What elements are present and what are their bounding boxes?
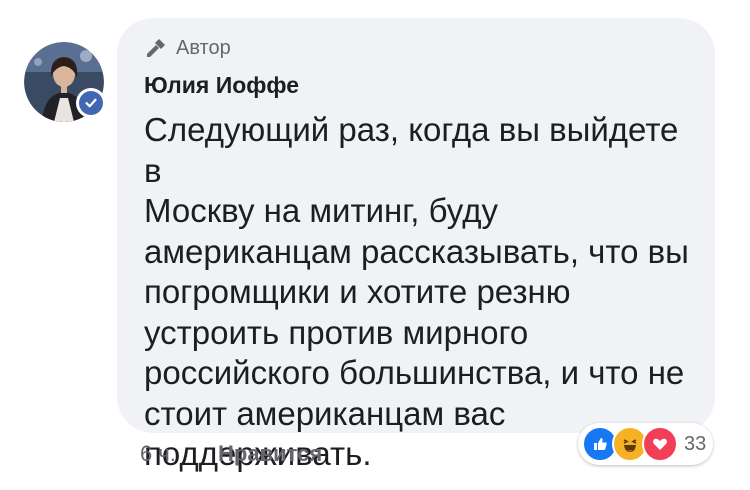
avatar[interactable] xyxy=(24,42,106,122)
comment-bubble: Автор Юлия Иоффе Следующий раз, когда вы… xyxy=(117,18,715,472)
reactions-summary[interactable]: 33 xyxy=(578,423,713,465)
microphone-icon xyxy=(147,39,165,57)
comment: Автор Юлия Иоффе Следующий раз, когда вы… xyxy=(0,0,750,490)
author-name[interactable]: Юлия Иоффе xyxy=(144,72,299,99)
comment-timestamp[interactable]: 6 ч. xyxy=(140,441,176,467)
reaction-count: 33 xyxy=(684,432,707,455)
love-reaction-icon xyxy=(642,426,678,462)
comment-text: Следующий раз, когда вы выйдете в Москву… xyxy=(144,111,689,472)
checkmark-icon xyxy=(79,91,103,115)
like-button[interactable]: Нравится xyxy=(218,441,322,467)
author-badge: Автор xyxy=(144,36,231,60)
author-badge-label: Автор xyxy=(176,36,231,59)
verified-badge xyxy=(76,88,106,118)
